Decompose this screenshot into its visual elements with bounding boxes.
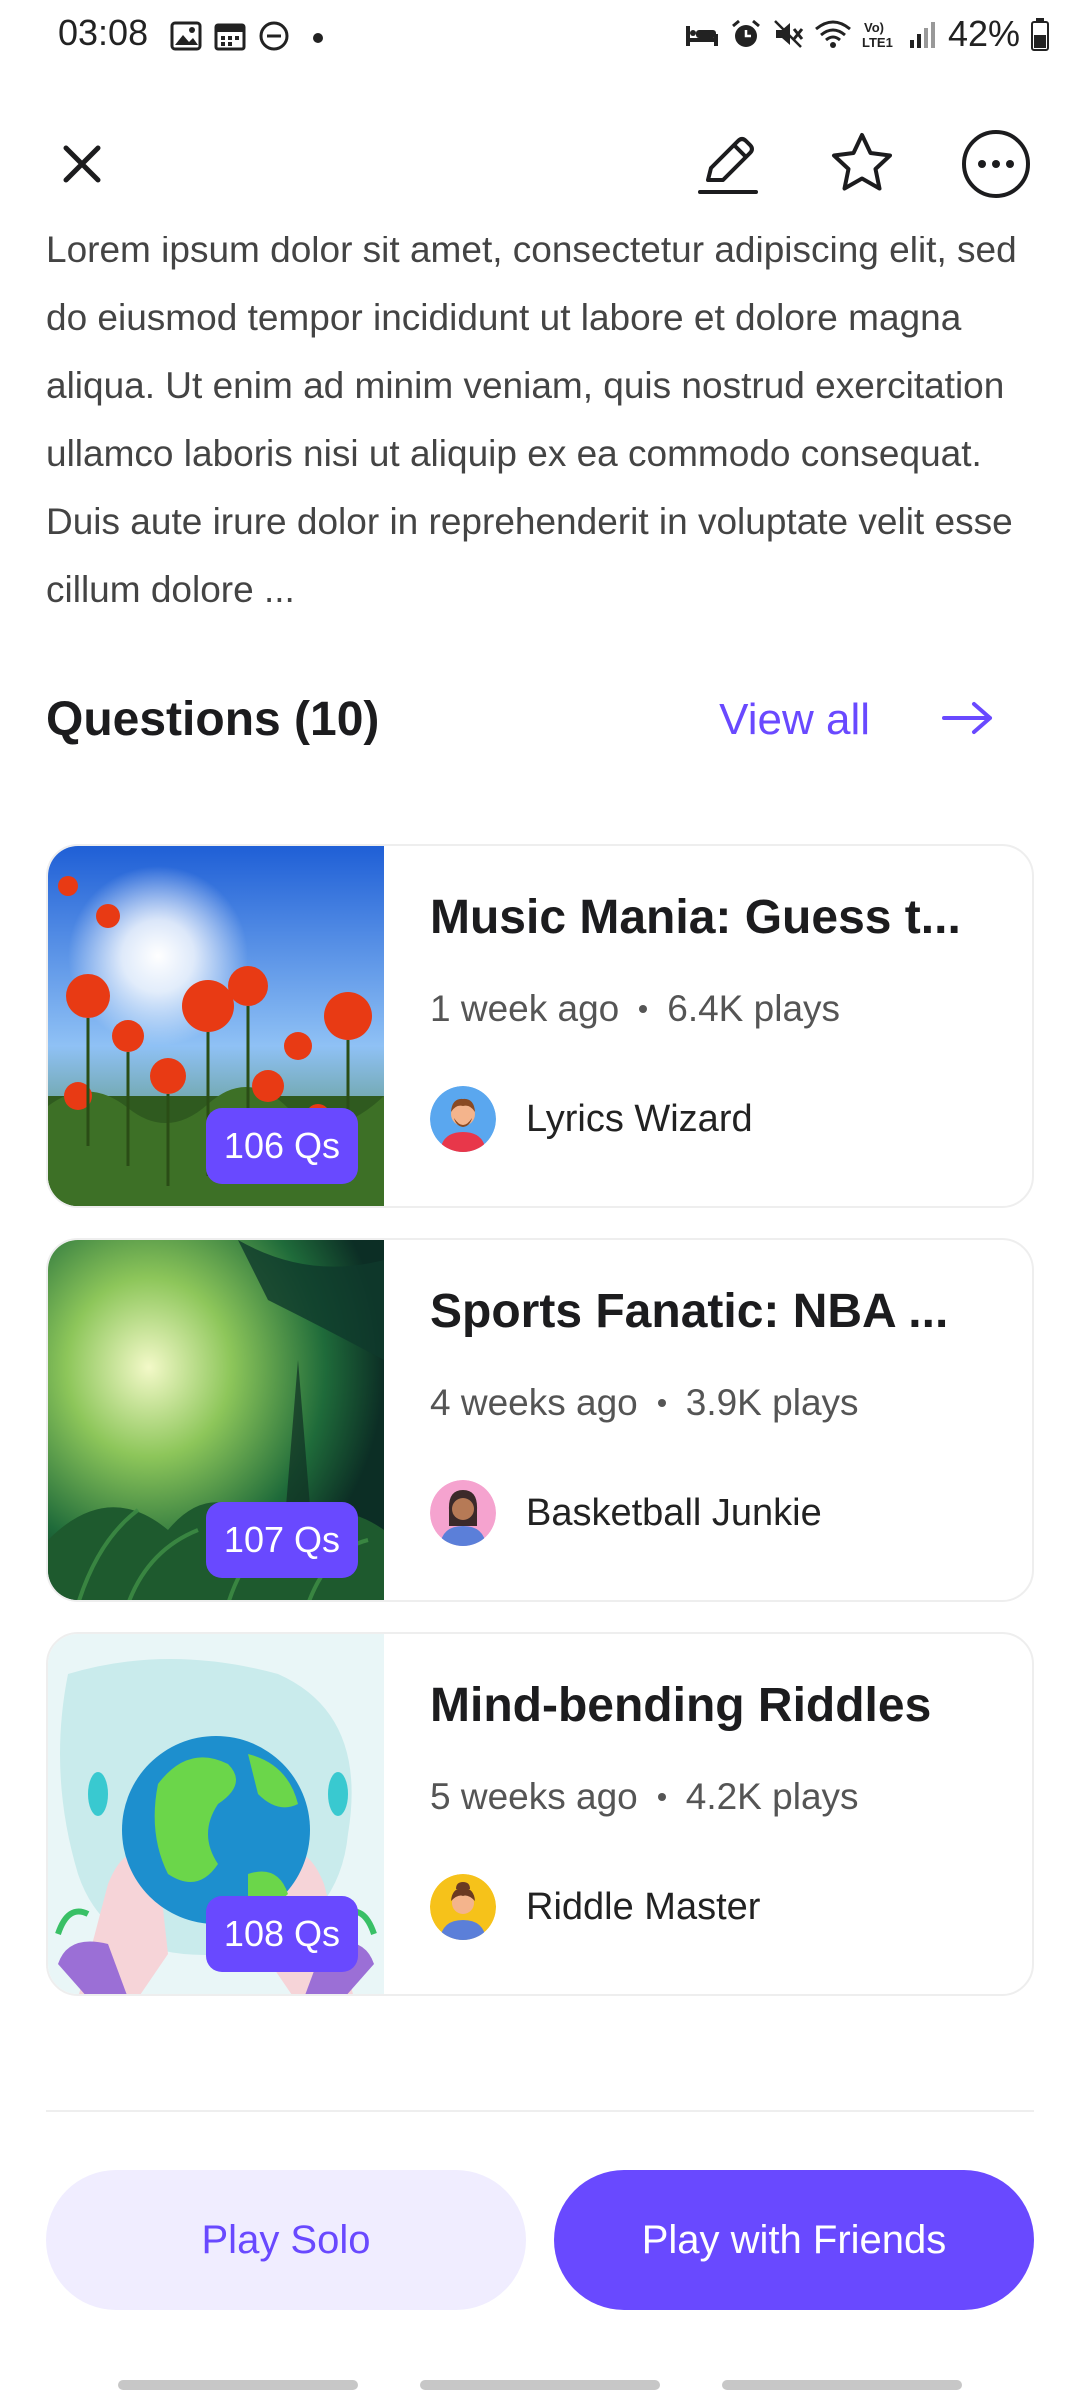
- card-author: Basketball Junkie: [430, 1478, 822, 1548]
- nav-recent-handle[interactable]: [118, 2380, 358, 2390]
- card-thumbnail-globe: 108 Qs: [48, 1634, 384, 1994]
- question-card[interactable]: 106 Qs Music Mania: Guess t... 1 week ag…: [46, 844, 1034, 1208]
- nav-back-handle[interactable]: [722, 2380, 962, 2390]
- question-card[interactable]: 108 Qs Mind-bending Riddles 5 weeks ago …: [46, 1632, 1034, 1996]
- screen: 03:08 Vo) LTE1 42% Lorem ipsum dolor sit…: [0, 0, 1080, 2408]
- sleep-icon: [684, 18, 720, 50]
- view-all-label: View all: [719, 695, 870, 744]
- card-meta: 4 weeks ago 3.9K plays: [430, 1382, 859, 1424]
- star-icon: [828, 130, 896, 203]
- questions-title: Questions (10): [46, 693, 380, 746]
- card-time: 5 weeks ago: [430, 1776, 638, 1817]
- status-time: 03:08: [58, 12, 149, 53]
- card-title: Music Mania: Guess t...: [430, 891, 961, 944]
- alarm-icon: [730, 18, 762, 50]
- edit-icon: [694, 130, 762, 203]
- quiz-description: Lorem ipsum dolor sit amet, consectetur …: [46, 236, 1017, 610]
- card-time: 4 weeks ago: [430, 1382, 638, 1423]
- wifi-icon: [814, 18, 852, 50]
- avatar: [430, 1480, 496, 1546]
- card-author: Lyrics Wizard: [430, 1084, 753, 1154]
- more-icon: [960, 128, 1032, 205]
- author-name: Basketball Junkie: [526, 1491, 822, 1534]
- avatar: [430, 1874, 496, 1940]
- card-title: Sports Fanatic: NBA ...: [430, 1285, 949, 1338]
- play-with-friends-button[interactable]: Play with Friends: [554, 2170, 1034, 2310]
- author-name: Lyrics Wizard: [526, 1097, 753, 1140]
- edit-button[interactable]: [690, 128, 766, 204]
- card-thumbnail-forest: 107 Qs: [48, 1240, 384, 1600]
- svg-text:LTE1: LTE1: [862, 35, 893, 50]
- play-solo-button[interactable]: Play Solo: [46, 2170, 526, 2310]
- close-icon: [60, 142, 104, 191]
- avatar: [430, 1086, 496, 1152]
- signal-icon: [908, 18, 938, 50]
- question-count-badge: 108 Qs: [205, 1896, 358, 1972]
- volte-icon: Vo) LTE1: [862, 18, 898, 50]
- battery-percent: 42%: [947, 13, 1020, 54]
- card-plays: 6.4K plays: [667, 988, 841, 1029]
- card-title: Mind-bending Riddles: [430, 1679, 932, 1732]
- battery-icon: [1030, 17, 1050, 51]
- author-name: Riddle Master: [526, 1885, 761, 1928]
- description-container: Lorem ipsum dolor sit amet, consectetur …: [46, 236, 1036, 626]
- dnd-icon: [258, 20, 290, 52]
- svg-text:Vo): Vo): [864, 20, 884, 35]
- calendar-icon: [214, 20, 246, 52]
- question-card[interactable]: 107 Qs Sports Fanatic: NBA ... 4 weeks a…: [46, 1238, 1034, 1602]
- mute-icon: [772, 18, 804, 50]
- card-plays: 4.2K plays: [685, 1776, 859, 1817]
- status-icons-left: [170, 16, 334, 56]
- card-meta: 5 weeks ago 4.2K plays: [430, 1776, 859, 1818]
- card-meta: 1 week ago 6.4K plays: [430, 988, 840, 1030]
- close-button[interactable]: [44, 128, 120, 204]
- separator-dot: [657, 1793, 666, 1801]
- question-count-badge: 106 Qs: [205, 1108, 358, 1184]
- more-button[interactable]: [958, 128, 1034, 204]
- dot-icon: [302, 20, 334, 52]
- status-icons-right: Vo) LTE1 42%: [684, 13, 1050, 54]
- card-plays: 3.9K plays: [685, 1382, 859, 1423]
- nav-home-handle[interactable]: [420, 2380, 660, 2390]
- questions-header: Questions (10) View all: [46, 680, 1036, 760]
- separator-dot: [639, 1005, 648, 1013]
- navigation-bar: [0, 2380, 1080, 2392]
- status-bar: 03:08 Vo) LTE1 42%: [0, 0, 1080, 70]
- divider: [46, 2110, 1034, 2112]
- card-thumbnail-poppies: 106 Qs: [48, 846, 384, 1206]
- app-bar: [0, 100, 1080, 230]
- card-time: 1 week ago: [430, 988, 620, 1029]
- gallery-icon: [170, 20, 202, 52]
- view-all-link[interactable]: View all: [719, 680, 996, 760]
- favorite-button[interactable]: [824, 128, 900, 204]
- card-author: Riddle Master: [430, 1872, 760, 1942]
- arrow-right-icon: [940, 698, 996, 743]
- separator-dot: [657, 1399, 666, 1407]
- question-count-badge: 107 Qs: [205, 1502, 358, 1578]
